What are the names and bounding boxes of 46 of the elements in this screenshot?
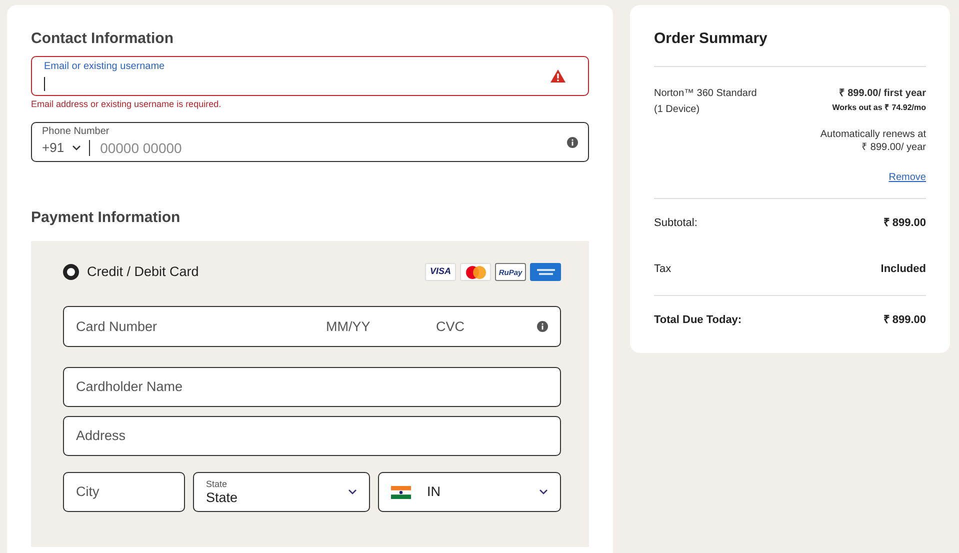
product-name: Norton™ 360 Standard (654, 87, 757, 101)
card-heading: Order Summary (654, 30, 768, 48)
renewal-price: ₹ 899.00/ year (860, 141, 926, 154)
monthly-price: Works out as ₹ 74.92/mo (832, 102, 926, 114)
card-number-input[interactable]: Card Number (76, 316, 326, 337)
summary-label: Subtotal: (654, 216, 698, 231)
address-input[interactable]: Address (76, 426, 548, 446)
state-select[interactable]: State State (193, 472, 370, 512)
city-field[interactable]: City (63, 472, 185, 512)
summary-label: Total Due Today: (654, 313, 742, 328)
info-icon (567, 136, 578, 148)
address-field[interactable]: Address (63, 416, 561, 456)
text-cursor (44, 77, 45, 91)
chevron-down-icon (72, 145, 82, 151)
renewal-text: Automatically renews at (819, 128, 926, 141)
summary-value: ₹ 899.00 (883, 313, 926, 328)
section-heading: Contact Information (31, 30, 174, 48)
cvc-input[interactable]: CVC (436, 316, 537, 337)
summary-value: Included (880, 262, 926, 276)
remove-link[interactable]: Remove (888, 172, 926, 183)
summary-label: Tax (654, 262, 672, 276)
country-code-select[interactable]: +91 (42, 138, 82, 158)
info-icon (537, 321, 548, 332)
product-price: ₹ 899.00/ first year (838, 87, 926, 101)
cardholder-name-input[interactable]: Cardholder Name (76, 377, 548, 398)
flag-icon (391, 486, 411, 499)
summary-value: ₹ 899.00 (883, 216, 926, 231)
card-brand-logo (460, 263, 491, 282)
card-brand-logo (530, 263, 561, 282)
chevron-down-icon (348, 489, 357, 496)
card-details-field[interactable]: Card Number MM/YY CVC (63, 306, 561, 348)
phone-field[interactable]: Phone Number +91 00000 00000 (31, 122, 589, 162)
warning-icon (550, 69, 566, 83)
phone-number-input[interactable]: 00000 00000 (100, 138, 567, 158)
expiry-input[interactable]: MM/YY (326, 316, 436, 337)
chevron-down-icon (539, 489, 548, 496)
card-brand-logo: VISA (425, 263, 456, 282)
radio-button[interactable] (63, 264, 79, 280)
product-detail: (1 Device) (654, 103, 701, 117)
email-field[interactable]: Email or existing username (31, 56, 589, 96)
section-heading: Payment Information (31, 209, 182, 227)
payment-method-label[interactable]: Credit / Debit Card (87, 262, 199, 282)
cardholder-name-field[interactable]: Cardholder Name (63, 367, 561, 408)
city-input[interactable]: City (76, 482, 172, 502)
country-select[interactable]: IN (378, 472, 561, 512)
error-message: Email address or existing username is required. (31, 99, 222, 110)
